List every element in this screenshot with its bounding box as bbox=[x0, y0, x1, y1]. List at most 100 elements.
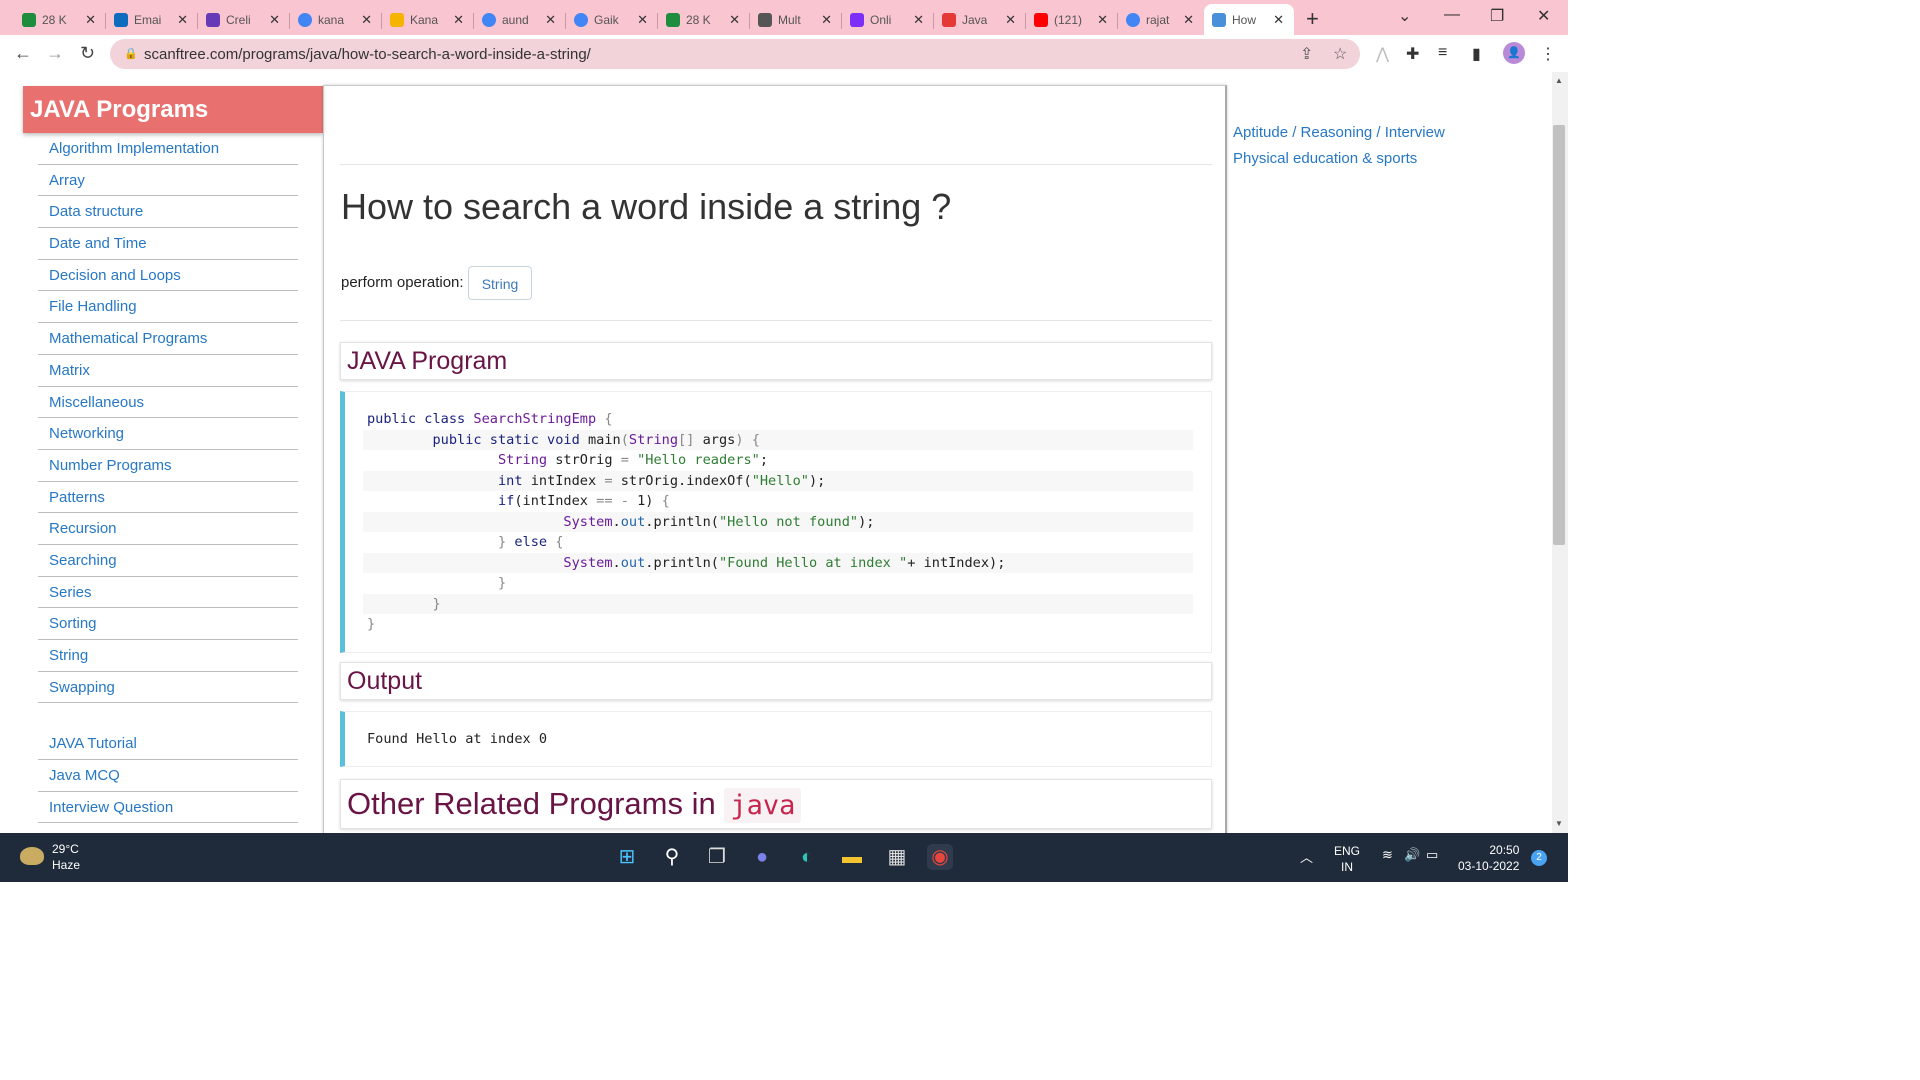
tab-13[interactable]: rajat ✕ bbox=[1118, 5, 1204, 35]
sidebar-item[interactable]: Recursion bbox=[38, 513, 298, 545]
tab-10[interactable]: Onli ✕ bbox=[842, 5, 934, 35]
search-icon[interactable]: ⚲ bbox=[659, 844, 685, 870]
close-icon[interactable]: ✕ bbox=[361, 12, 372, 28]
sidebar-item[interactable]: Date and Time bbox=[38, 228, 298, 260]
teams-chat-icon[interactable]: ● bbox=[749, 844, 775, 870]
sidebar-item[interactable]: Decision and Loops bbox=[38, 260, 298, 292]
sidebar-item[interactable]: String bbox=[38, 640, 298, 672]
sidebar-item[interactable]: Swapping bbox=[38, 672, 298, 704]
close-icon[interactable]: ✕ bbox=[85, 12, 96, 28]
youtube-icon bbox=[1034, 13, 1048, 27]
tab-9[interactable]: Mult ✕ bbox=[750, 5, 842, 35]
tab-8[interactable]: 28 K ✕ bbox=[658, 5, 750, 35]
right-link[interactable]: Physical education & sports bbox=[1233, 150, 1445, 176]
sidebar-item[interactable]: Sorting bbox=[38, 608, 298, 640]
tab-4[interactable]: kana ✕ bbox=[290, 5, 382, 35]
sidebar-item[interactable]: Networking bbox=[38, 418, 298, 450]
windows-start-icon[interactable]: ⊞ bbox=[614, 844, 640, 870]
close-icon[interactable]: ✕ bbox=[637, 12, 648, 28]
close-icon[interactable]: ✕ bbox=[1005, 12, 1016, 28]
notification-badge[interactable]: 2 bbox=[1531, 850, 1547, 866]
string-tag-button[interactable]: String bbox=[468, 266, 532, 300]
close-icon[interactable]: ✕ bbox=[453, 12, 464, 28]
task-view-icon[interactable]: ❐ bbox=[704, 844, 730, 870]
edge-icon[interactable]: ◐ bbox=[794, 844, 820, 870]
back-icon[interactable]: ← bbox=[14, 43, 32, 64]
tab-active[interactable]: How ✕ bbox=[1204, 4, 1294, 35]
reading-list-icon[interactable]: ≡ bbox=[1438, 44, 1447, 62]
sidebar-item[interactable]: Data structure bbox=[38, 196, 298, 229]
web-page: JAVA Programs Algorithm Implementation A… bbox=[0, 72, 1552, 833]
sidebar-item[interactable]: Searching bbox=[38, 545, 298, 577]
tab-12[interactable]: (121) ✕ bbox=[1026, 5, 1118, 35]
restore-icon[interactable]: ❐ bbox=[1490, 6, 1504, 26]
sidebar-item[interactable]: Array bbox=[38, 165, 298, 197]
sidebar-item[interactable]: Series bbox=[38, 577, 298, 609]
language-indicator[interactable]: ENG IN bbox=[1334, 843, 1360, 875]
clock[interactable]: 20:50 03-10-2022 bbox=[1458, 842, 1519, 874]
right-link[interactable]: Aptitude / Reasoning / Interview bbox=[1233, 124, 1445, 150]
battery-icon[interactable]: ▭ bbox=[1426, 847, 1438, 863]
scroll-down-arrow-icon[interactable]: ▼ bbox=[1555, 819, 1563, 828]
reload-icon[interactable]: ↻ bbox=[80, 43, 95, 64]
close-icon[interactable]: ✕ bbox=[821, 12, 832, 28]
sheets-icon bbox=[22, 13, 36, 27]
sidebar-item[interactable]: Java MCQ bbox=[38, 760, 298, 792]
extensions-puzzle-icon[interactable]: ✚ bbox=[1406, 44, 1419, 64]
scrollbar-thumb[interactable] bbox=[1553, 125, 1565, 545]
tab-search-icon[interactable]: ⌄ bbox=[1398, 6, 1411, 26]
close-icon[interactable]: ✕ bbox=[913, 12, 924, 28]
tab-2[interactable]: Emai ✕ bbox=[106, 5, 198, 35]
tab-3[interactable]: Creli ✕ bbox=[198, 5, 290, 35]
new-tab-button[interactable]: + bbox=[1306, 6, 1319, 32]
tab-7[interactable]: Gaik ✕ bbox=[566, 5, 658, 35]
close-icon[interactable]: ✕ bbox=[1273, 12, 1284, 28]
tray-overflow-icon[interactable]: ︿ bbox=[1300, 847, 1313, 866]
close-icon[interactable]: ✕ bbox=[177, 12, 188, 28]
forms-icon bbox=[206, 13, 220, 27]
sidebar-item[interactable]: Patterns bbox=[38, 482, 298, 514]
tab-5[interactable]: Kana ✕ bbox=[382, 5, 474, 35]
close-icon[interactable]: ✕ bbox=[545, 12, 556, 28]
microsoft-store-icon[interactable]: ▦ bbox=[884, 844, 910, 870]
sheets-icon bbox=[666, 13, 680, 27]
code-line: String strOrig = "Hello readers"; bbox=[497, 452, 769, 468]
sidebar-item[interactable]: Interview Question bbox=[38, 792, 298, 824]
share-icon[interactable]: ⇪ bbox=[1300, 44, 1313, 64]
sidebar-item[interactable]: Matrix bbox=[38, 355, 298, 387]
bookmark-star-icon[interactable]: ☆ bbox=[1333, 44, 1347, 64]
chrome-icon[interactable]: ◉ bbox=[927, 844, 953, 870]
sidebar-item[interactable]: File Handling bbox=[38, 291, 298, 324]
url-text[interactable]: scanftree.com/programs/java/how-to-searc… bbox=[144, 46, 591, 63]
wifi-icon[interactable]: ≋ bbox=[1382, 847, 1393, 863]
close-icon[interactable]: ✕ bbox=[1183, 12, 1194, 28]
close-icon[interactable]: ✕ bbox=[269, 12, 280, 28]
side-panel-icon[interactable]: ▮ bbox=[1472, 44, 1481, 64]
sidebar-item[interactable]: JAVA Tutorial bbox=[38, 728, 298, 761]
extension-a-icon[interactable]: ⋀ bbox=[1376, 44, 1389, 64]
address-bar[interactable]: 🔒 scanftree.com/programs/java/how-to-sea… bbox=[110, 39, 1360, 69]
sidebar-item[interactable]: Miscellaneous bbox=[38, 387, 298, 419]
sidebar-item[interactable]: Algorithm Implementation bbox=[38, 133, 298, 165]
tab-11[interactable]: Java ✕ bbox=[934, 5, 1026, 35]
forward-icon[interactable]: → bbox=[46, 43, 64, 64]
tab-6[interactable]: aund ✕ bbox=[474, 5, 566, 35]
weather-haze-icon[interactable] bbox=[20, 847, 44, 865]
menu-kebab-icon[interactable]: ⋮ bbox=[1540, 44, 1556, 64]
window-close-icon[interactable]: ✕ bbox=[1537, 6, 1550, 26]
profile-avatar[interactable]: 👤 bbox=[1503, 42, 1525, 64]
weather-widget[interactable]: 29°C Haze bbox=[52, 841, 80, 873]
close-icon[interactable]: ✕ bbox=[1097, 12, 1108, 28]
file-explorer-icon[interactable]: ▬ bbox=[839, 844, 865, 870]
code-line: } bbox=[497, 575, 507, 591]
sidebar-item[interactable]: Mathematical Programs bbox=[38, 323, 298, 355]
volume-icon[interactable]: 🔊 bbox=[1404, 847, 1420, 863]
tab-1[interactable]: 28 K ✕ bbox=[14, 5, 106, 35]
page-title: How to search a word inside a string ? bbox=[341, 186, 952, 227]
scroll-up-arrow-icon[interactable]: ▲ bbox=[1555, 76, 1563, 85]
perform-label: perform operation: bbox=[341, 274, 464, 291]
sidebar-item[interactable]: Number Programs bbox=[38, 450, 298, 482]
close-icon[interactable]: ✕ bbox=[729, 12, 740, 28]
minimize-icon[interactable]: — bbox=[1444, 6, 1460, 24]
code-line: public class SearchStringEmp { bbox=[367, 411, 613, 427]
